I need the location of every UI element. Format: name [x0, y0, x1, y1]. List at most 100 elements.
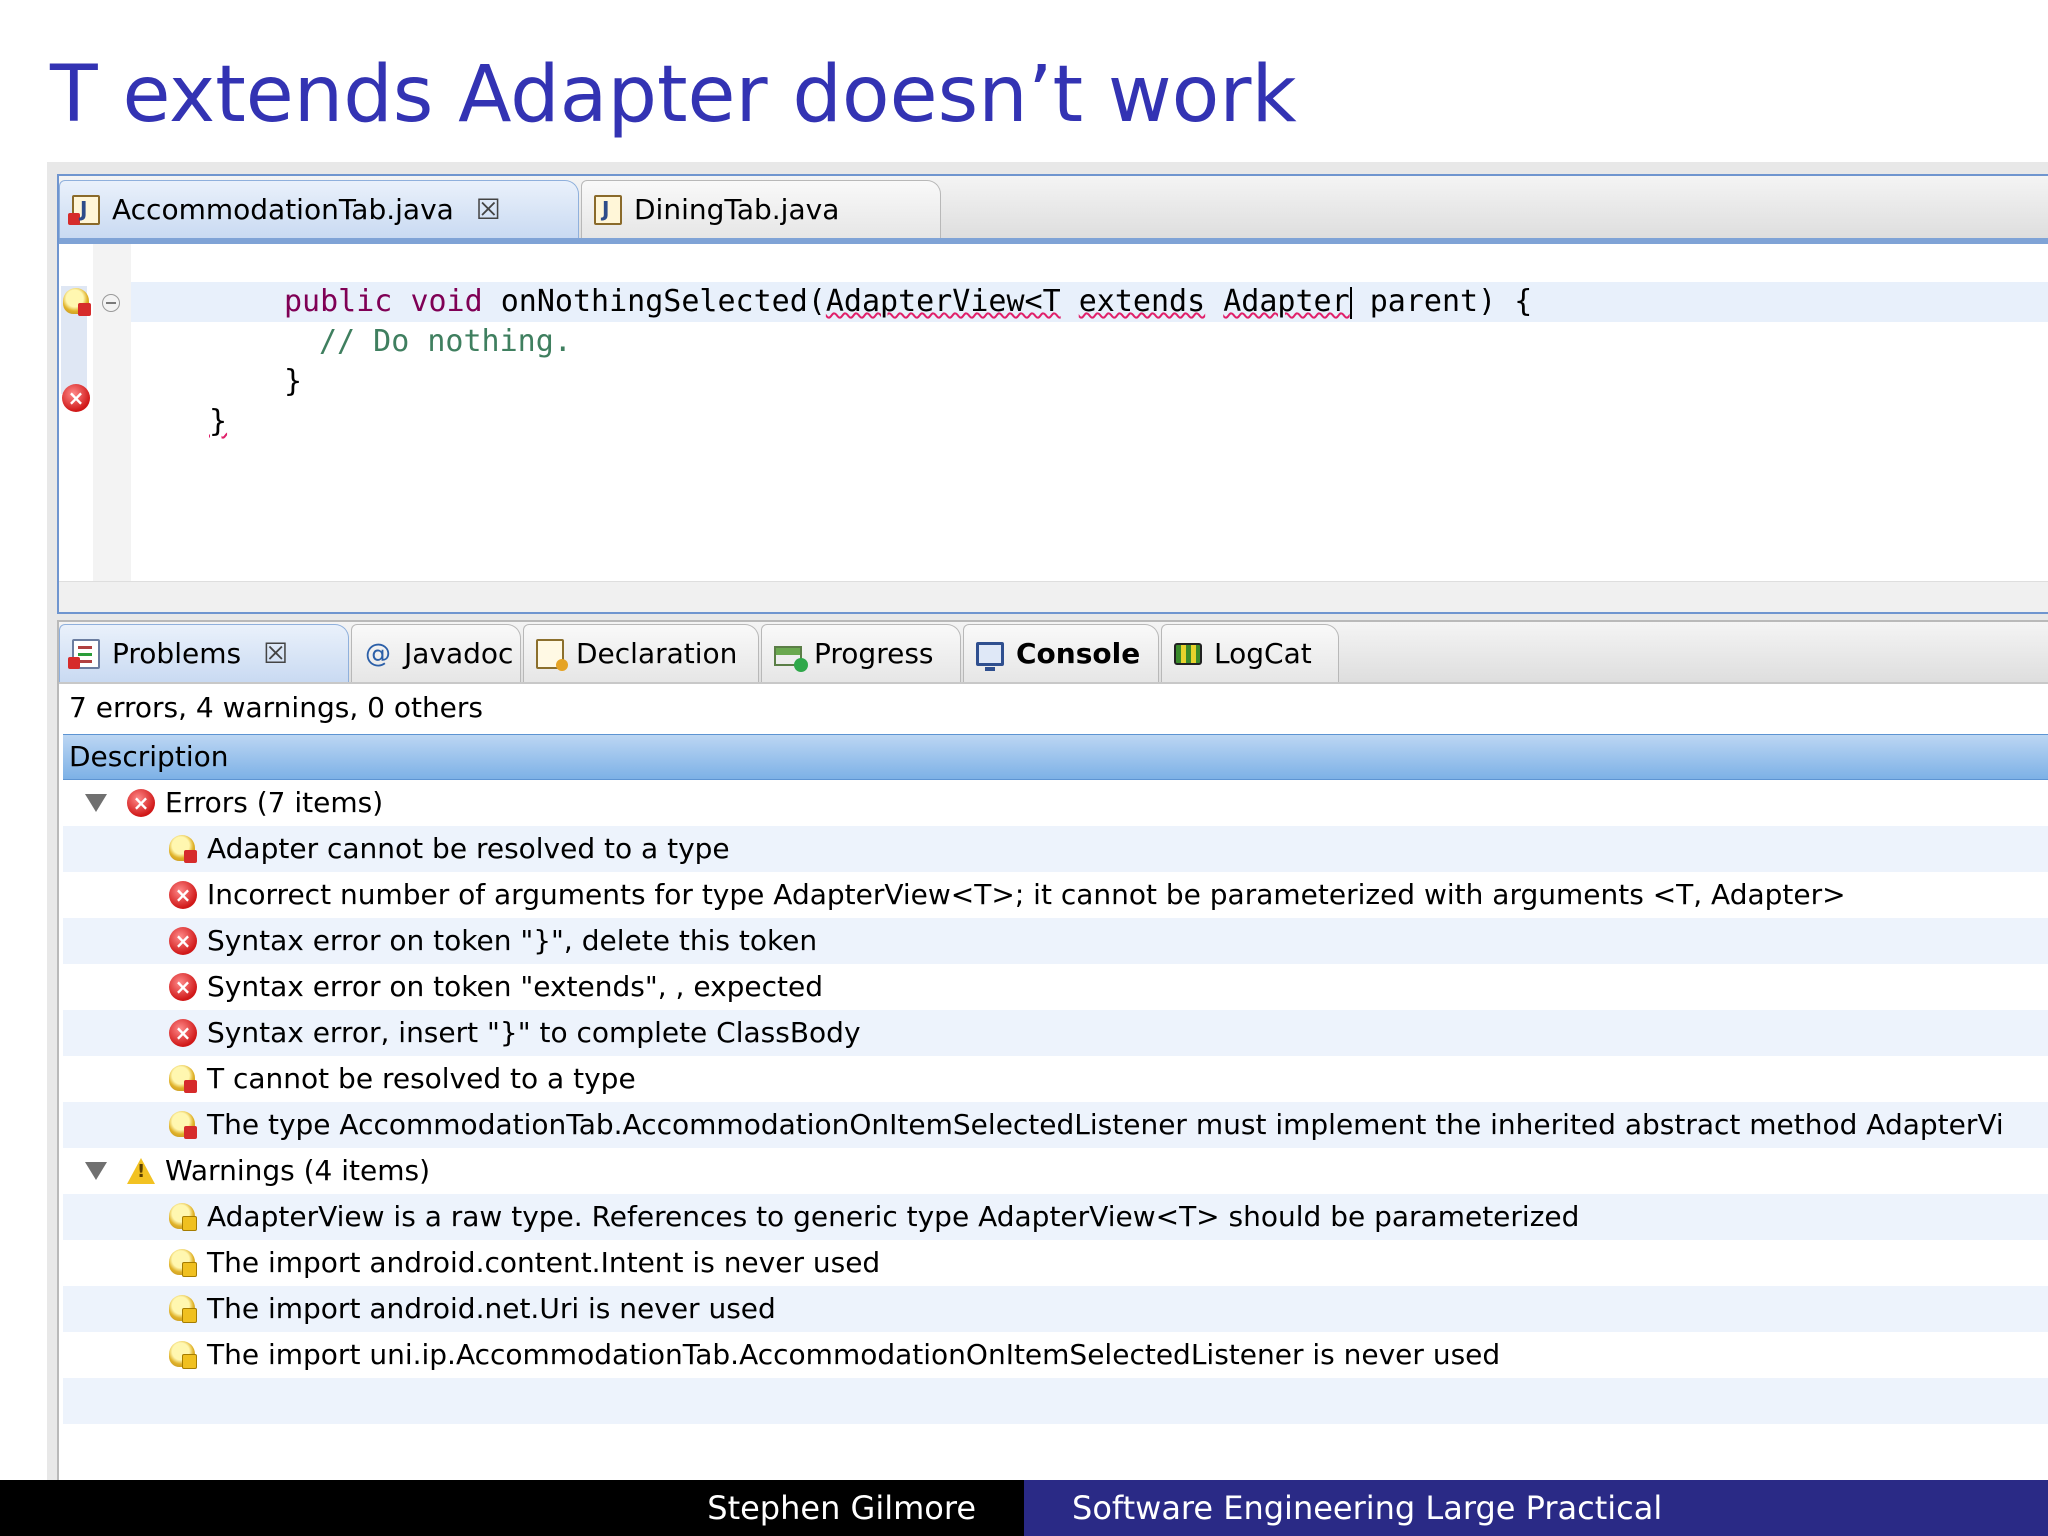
problem-row[interactable]: × Syntax error on token "}", delete this… [63, 918, 2048, 964]
problem-description: T cannot be resolved to a type [207, 1062, 636, 1095]
tab-label: Javadoc [404, 637, 514, 670]
progress-icon [774, 645, 808, 672]
problem-row[interactable]: The type AccommodationTab.AccommodationO… [63, 1102, 2048, 1148]
problem-description: Syntax error on token "}", delete this t… [207, 924, 818, 957]
problem-row[interactable]: Adapter cannot be resolved to a type [63, 826, 2048, 872]
tab-label: Problems [112, 637, 242, 670]
tree-group-warnings[interactable]: Warnings (4 items) [63, 1148, 2048, 1194]
problem-row[interactable]: × Syntax error, insert "}" to complete C… [63, 1010, 2048, 1056]
java-file-icon [594, 194, 622, 225]
column-header-description[interactable]: Description [63, 734, 2048, 780]
code-error-token: AdapterView<T [825, 284, 1061, 319]
editor-tabbar: AccommodationTab.java ☒ DiningTab.java [59, 176, 2048, 244]
error-icon: × [169, 973, 197, 1001]
problem-description: The import android.content.Intent is nev… [207, 1246, 881, 1279]
tab-logcat[interactable]: LogCat [1161, 624, 1339, 682]
problem-description: Adapter cannot be resolved to a type [207, 832, 730, 865]
expand-triangle-icon[interactable] [85, 794, 107, 812]
horizontal-scrollbar[interactable] [59, 581, 2048, 612]
problem-row[interactable]: The import uni.ip.AccommodationTab.Accom… [63, 1332, 2048, 1378]
bulb-error-icon [169, 1111, 197, 1139]
code-error-token: extends [1078, 284, 1206, 319]
problem-row[interactable]: The import android.content.Intent is nev… [63, 1240, 2048, 1286]
code-text: parent) { [1351, 284, 1533, 319]
bulb-warning-icon [169, 1295, 197, 1323]
javadoc-at-icon: @ [365, 638, 391, 669]
problem-row[interactable]: × Incorrect number of arguments for type… [63, 872, 2048, 918]
tab-label: Console [1016, 637, 1141, 670]
empty-row [63, 1378, 2048, 1424]
error-icon: × [127, 789, 155, 817]
tab-label: AccommodationTab.java [112, 193, 454, 226]
view-tabbar: Problems ☒ @ Javadoc Declaration Progres… [59, 622, 2048, 684]
problem-row[interactable]: × Syntax error on token "extends", , exp… [63, 964, 2048, 1010]
code-method: onNothingSelected( [500, 284, 826, 319]
footer-course: Software Engineering Large Practical [1024, 1480, 2048, 1536]
error-icon: × [169, 881, 197, 909]
empty-row [63, 1424, 2048, 1470]
tab-progress[interactable]: Progress [761, 624, 961, 682]
tab-accommodationtab-java[interactable]: AccommodationTab.java ☒ [59, 180, 579, 238]
problem-row[interactable]: AdapterView is a raw type. References to… [63, 1194, 2048, 1240]
problem-description: The type AccommodationTab.AccommodationO… [207, 1108, 2004, 1141]
warning-icon [127, 1158, 155, 1184]
bulb-warning-icon [169, 1341, 197, 1369]
quickfix-error-icon[interactable] [63, 288, 91, 316]
tab-label: Progress [814, 637, 934, 670]
code-error-token: } [209, 404, 228, 439]
collapse-icon[interactable] [102, 294, 120, 312]
code-line: } [131, 362, 2048, 402]
tab-diningtab-java[interactable]: DiningTab.java [581, 180, 941, 238]
problem-row[interactable]: T cannot be resolved to a type [63, 1056, 2048, 1102]
problem-description: Syntax error, insert "}" to complete Cla… [207, 1016, 861, 1049]
tab-console[interactable]: Console [963, 624, 1159, 682]
problems-icon [68, 638, 100, 669]
problem-description: AdapterView is a raw type. References to… [207, 1200, 1580, 1233]
code-line: public void onNothingSelected(AdapterVie… [131, 282, 2048, 322]
error-icon: × [169, 1019, 197, 1047]
error-icon: × [169, 927, 197, 955]
console-icon [976, 641, 1004, 671]
problems-pane: Problems ☒ @ Javadoc Declaration Progres… [57, 620, 2048, 1480]
bulb-warning-icon [169, 1203, 197, 1231]
declaration-icon [536, 638, 568, 671]
folding-ruler [93, 244, 131, 582]
code-comment: // Do nothing. [319, 324, 572, 359]
editor-pane: AccommodationTab.java ☒ DiningTab.java ×… [57, 174, 2048, 614]
problem-description: The import uni.ip.AccommodationTab.Accom… [207, 1338, 1501, 1371]
eclipse-screenshot: AccommodationTab.java ☒ DiningTab.java ×… [47, 162, 2048, 1480]
slide-footer: Stephen Gilmore Software Engineering Lar… [0, 1480, 2048, 1536]
code-line: } [131, 402, 2048, 442]
slide-title: T extends Adapter doesn’t work [50, 50, 1297, 140]
tree-group-errors[interactable]: × Errors (7 items) [63, 780, 2048, 826]
code-keyword: public [284, 284, 393, 319]
group-label: Errors (7 items) [165, 786, 384, 819]
bulb-error-icon [169, 1065, 197, 1093]
code-editor[interactable]: × public void onNothingSelected(AdapterV… [59, 244, 2048, 612]
code-area[interactable]: public void onNothingSelected(AdapterVie… [131, 244, 2048, 582]
expand-triangle-icon[interactable] [85, 1162, 107, 1180]
bulb-error-icon [169, 835, 197, 863]
logcat-icon [1174, 642, 1202, 665]
annotation-ruler: × [59, 244, 93, 582]
footer-author: Stephen Gilmore [0, 1480, 1024, 1536]
problem-description: Incorrect number of arguments for type A… [207, 878, 1846, 911]
problems-summary: 7 errors, 4 warnings, 0 others [69, 691, 484, 724]
problem-row[interactable]: The import android.net.Uri is never used [63, 1286, 2048, 1332]
tab-label: LogCat [1214, 637, 1312, 670]
tab-label: Declaration [576, 637, 738, 670]
tab-javadoc[interactable]: @ Javadoc [351, 624, 521, 682]
tab-problems[interactable]: Problems ☒ [59, 624, 349, 682]
error-icon[interactable]: × [62, 384, 90, 412]
code-text: } [284, 364, 303, 399]
java-file-error-icon [68, 194, 100, 225]
close-icon[interactable]: ☒ [263, 637, 288, 670]
problem-description: Syntax error on token "extends", , expec… [207, 970, 824, 1003]
tab-declaration[interactable]: Declaration [523, 624, 759, 682]
bulb-warning-icon [169, 1249, 197, 1277]
code-line: // Do nothing. [131, 322, 2048, 362]
close-icon[interactable]: ☒ [476, 193, 501, 226]
code-keyword: void [410, 284, 483, 319]
tab-label: DiningTab.java [634, 193, 840, 226]
group-label: Warnings (4 items) [165, 1154, 431, 1187]
